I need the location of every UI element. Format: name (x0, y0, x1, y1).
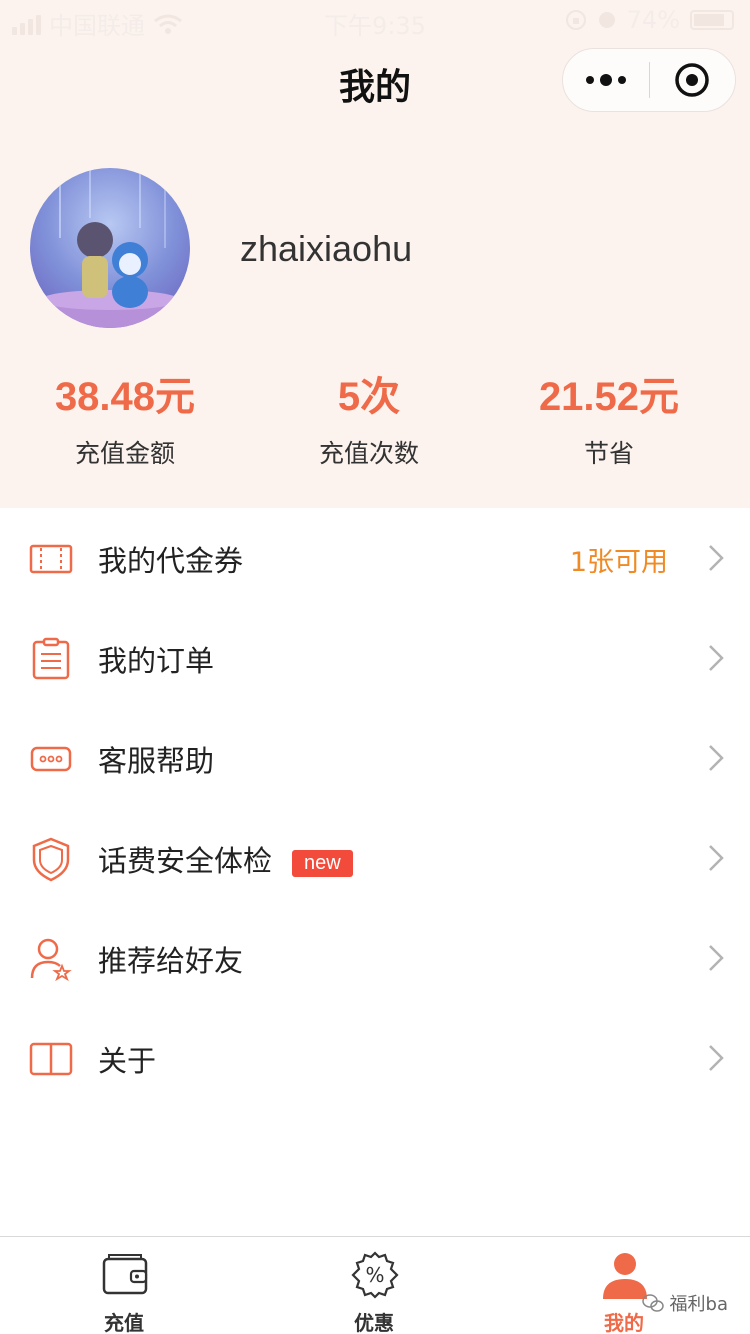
alarm-icon (598, 12, 615, 28)
chevron-right-icon (709, 745, 724, 771)
tab-label: 充值 (104, 1311, 144, 1334)
menu-item-recommend[interactable]: 推荐给好友 (0, 908, 750, 1008)
user-star-icon (30, 938, 72, 982)
profile-header: 中国联通 下午9:35 74% 我的 zhaixiaohu 38.48元 充值金… (0, 0, 750, 508)
chevron-right-icon (709, 845, 724, 871)
watermark: 福利ba (641, 1290, 728, 1316)
stat-savings: 21.52元 节省 (484, 370, 734, 470)
username: zhaixiaohu (240, 228, 413, 269)
menu-item-label: 话费安全体检 new (98, 838, 353, 880)
menu-item-about[interactable]: 关于 (0, 1008, 750, 1108)
menu-item-orders[interactable]: 我的订单 (0, 608, 750, 708)
svg-text:%: % (365, 1263, 384, 1287)
book-icon (29, 1042, 73, 1076)
tab-bar: 充值 % 优惠 我的 (0, 1236, 750, 1334)
avatar[interactable] (30, 168, 190, 328)
menu-item-security-check[interactable]: 话费安全体检 new (0, 808, 750, 908)
more-button[interactable] (563, 48, 649, 112)
status-bar: 中国联通 下午9:35 74% (0, 0, 750, 40)
stat-recharge-amount: 38.48元 充值金额 (0, 370, 250, 470)
menu-item-label-text: 话费安全体检 (98, 844, 273, 878)
chevron-right-icon (709, 1045, 724, 1071)
battery-icon (690, 10, 734, 30)
wechat-icon (641, 1294, 664, 1312)
chevron-right-icon (709, 645, 724, 671)
discount-icon: % (351, 1251, 399, 1299)
order-icon (32, 637, 70, 680)
stat-value: 38.48元 (54, 375, 196, 419)
stat-label: 充值金额 (74, 439, 175, 468)
menu-item-coupons[interactable]: 我的代金券 1张可用 (0, 508, 750, 608)
menu-item-label: 推荐给好友 (98, 944, 244, 978)
menu-item-label: 我的订单 (98, 644, 215, 678)
chevron-right-icon (709, 545, 724, 571)
stat-label: 充值次数 (318, 439, 419, 468)
shield-icon (32, 837, 70, 882)
watermark-text: 福利ba (669, 1294, 728, 1315)
menu-item-customer-service[interactable]: 客服帮助 (0, 708, 750, 808)
menu-item-label: 关于 (98, 1044, 157, 1078)
menu-item-label: 客服帮助 (98, 744, 215, 778)
menu-item-label: 我的代金券 (98, 544, 244, 578)
customer-service-icon (30, 746, 72, 772)
stat-value: 21.52元 (538, 375, 680, 419)
rotation-lock-icon (565, 10, 586, 30)
tab-recharge[interactable]: 充值 (44, 1237, 204, 1334)
target-icon (675, 63, 710, 97)
tab-mine[interactable]: 我的 (544, 1237, 704, 1334)
tab-label: 优惠 (354, 1311, 394, 1334)
wallet-icon (102, 1254, 148, 1295)
stat-label: 节省 (583, 439, 634, 468)
tab-discount[interactable]: % 优惠 (294, 1237, 454, 1334)
chevron-right-icon (709, 945, 724, 971)
coupon-available-count: 1张可用 (569, 547, 668, 578)
miniprogram-capsule (562, 48, 736, 112)
profile-page: 中国联通 下午9:35 74% 我的 zhaixiaohu 38.48元 充值金… (0, 0, 750, 1334)
new-badge: new (292, 849, 353, 877)
avatar-illustration (30, 168, 190, 328)
menu-list: 我的代金券 1张可用 我的订单 客服帮助 话费安全体检 new 推荐给好友 关于 (0, 508, 750, 1108)
stat-recharge-count: 5次 充值次数 (244, 370, 494, 470)
stat-value: 5次 (337, 375, 401, 419)
close-miniprogram-button[interactable] (650, 48, 735, 112)
coupon-icon (29, 544, 73, 574)
battery-percent: 74% (626, 6, 680, 34)
